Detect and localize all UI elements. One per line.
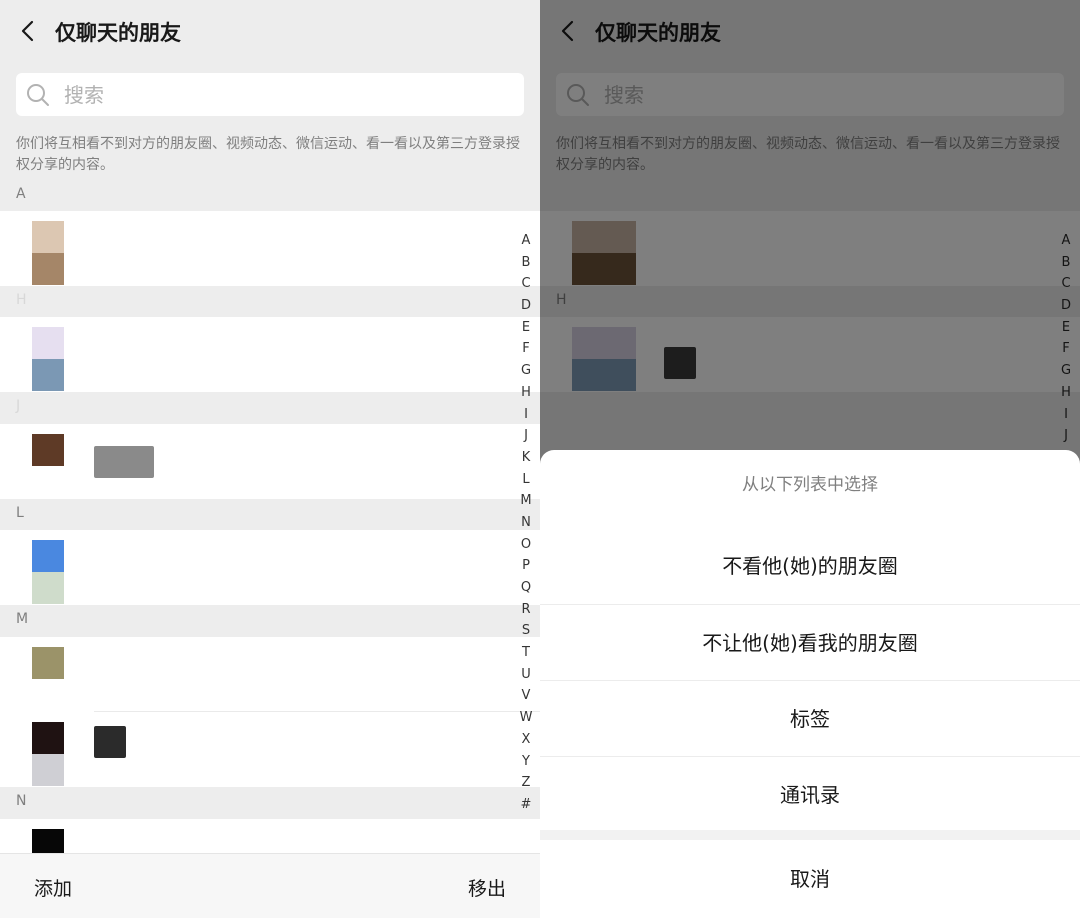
action-sheet: 从以下列表中选择 不看他(她)的朋友圈 不让他(她)看我的朋友圈 标签 通讯录 … [540,450,1080,918]
index-letter[interactable]: I [518,404,534,426]
index-letter[interactable]: L [518,469,534,491]
section-letter: M [16,611,29,627]
contact-row[interactable] [0,424,540,499]
index-letter[interactable]: G [518,360,534,382]
index-letter[interactable]: R [518,599,534,621]
section-letter: L [16,505,24,521]
contacts-panel: 仅聊天的朋友 你们将互相看不到对方的朋友圈、视频动态、微信运动、看一看以及第三方… [0,0,540,918]
index-letter[interactable]: # [518,794,534,816]
index-letter[interactable]: F [518,338,534,360]
hide-my-moments-option[interactable]: 不让他(她)看我的朋友圈 [540,604,1080,680]
index-letter[interactable]: O [518,534,534,556]
alphabet-index[interactable]: A B C D E F G H I J K L M N O P Q R S T U V W X Y Z # [518,230,534,816]
index-letter[interactable]: W [518,707,534,729]
avatar [32,540,64,604]
bottom-toolbar: 添加 移出 [0,853,540,918]
tags-option[interactable]: 标签 [540,680,1080,756]
avatar [32,647,64,711]
contact-row[interactable] [0,637,540,712]
add-button[interactable]: 添加 [34,874,72,901]
index-letter[interactable]: Y [518,751,534,773]
privacy-description: 你们将互相看不到对方的朋友圈、视频动态、微信运动、看一看以及第三方登录授权分享的… [16,136,520,173]
section-header-j: J [0,392,540,424]
section-header-a: A [0,180,540,212]
index-letter[interactable]: K [518,447,534,469]
search-box[interactable] [16,73,524,116]
section-letter: J [16,398,21,414]
avatar [32,434,64,498]
contact-row[interactable] [0,530,540,605]
index-letter[interactable]: E [518,317,534,339]
contact-name-blurred [94,446,154,478]
index-letter[interactable]: N [518,512,534,534]
index-letter[interactable]: T [518,642,534,664]
hide-their-moments-option[interactable]: 不看他(她)的朋友圈 [540,528,1080,604]
index-letter[interactable]: A [518,230,534,252]
contacts-panel-with-sheet: 仅聊天的朋友 你们将互相看不到对方的朋友圈、视频动态、微信运动、看一看以及第三方… [540,0,1080,918]
index-letter[interactable]: M [518,490,534,512]
avatar [32,221,64,285]
index-letter[interactable]: D [518,295,534,317]
section-letter: N [16,793,27,809]
page-title: 仅聊天的朋友 [55,21,181,45]
index-letter[interactable]: V [518,685,534,707]
action-sheet-title: 从以下列表中选择 [742,475,878,495]
contact-row[interactable] [0,712,540,787]
index-letter[interactable]: Z [518,772,534,794]
contacts-option[interactable]: 通讯录 [540,756,1080,832]
index-letter[interactable]: C [518,273,534,295]
section-header-l: L [0,499,540,531]
search-input[interactable] [64,73,504,116]
avatar [32,327,64,391]
index-letter[interactable]: X [518,729,534,751]
avatar [32,722,64,786]
contact-name-blurred [94,726,126,758]
remove-button[interactable]: 移出 [468,874,506,901]
sheet-separator [540,830,1080,840]
contact-row[interactable] [0,211,540,286]
nav-bar: 仅聊天的朋友 [0,0,540,64]
section-header-m: M [0,605,540,637]
search-icon [27,84,49,106]
back-arrow-icon[interactable] [18,20,40,42]
index-letter[interactable]: B [518,252,534,274]
index-letter[interactable]: J [518,425,534,447]
index-letter[interactable]: S [518,620,534,642]
index-letter[interactable]: P [518,555,534,577]
index-letter[interactable]: Q [518,577,534,599]
section-letter: H [16,292,27,308]
section-header-h: H [0,286,540,318]
contact-row[interactable] [0,317,540,392]
section-letter: A [16,186,26,202]
cancel-button[interactable]: 取消 [540,840,1080,918]
section-header-n: N [0,787,540,819]
index-letter[interactable]: H [518,382,534,404]
index-letter[interactable]: U [518,664,534,686]
